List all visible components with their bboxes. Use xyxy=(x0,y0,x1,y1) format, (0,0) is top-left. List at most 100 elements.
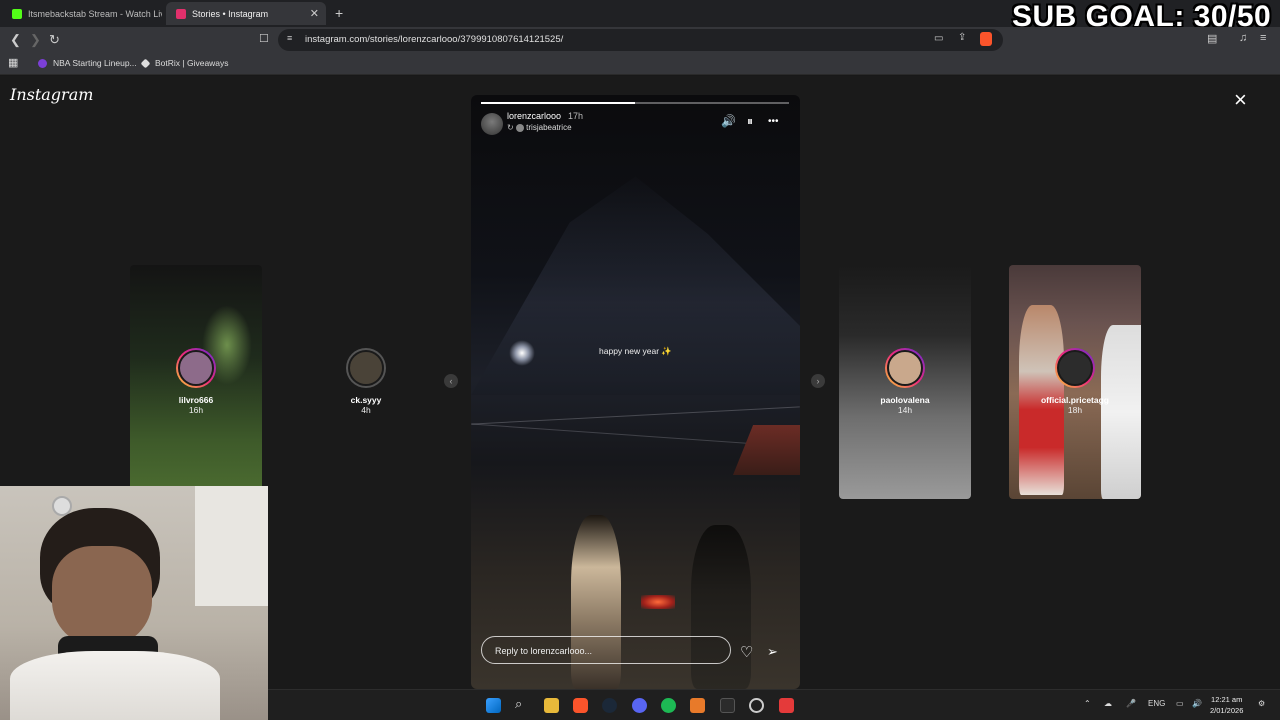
bookmark-favicon-icon xyxy=(140,58,151,68)
media-icon[interactable]: ♫ xyxy=(1239,32,1247,44)
close-tab-icon[interactable]: ✕ xyxy=(310,7,319,20)
obs-icon[interactable] xyxy=(749,698,764,713)
streamer-webcam-overlay xyxy=(0,486,268,720)
story-username: paolovalena xyxy=(880,395,930,405)
reply-placeholder: Reply to lorenzcarlooo... xyxy=(495,646,593,656)
url-text[interactable]: instagram.com/stories/lorenzcarlooo/3799… xyxy=(305,34,563,45)
streamer-face xyxy=(52,546,152,646)
side-story-ck-syyy[interactable]: ck.syyy 4h xyxy=(300,265,432,499)
side-story-official-pricetagg[interactable]: official.pricetagg 18h xyxy=(1009,265,1141,499)
windows-start-icon[interactable] xyxy=(486,698,501,713)
window-blind xyxy=(195,486,268,606)
search-icon[interactable]: ⌕ xyxy=(515,696,530,711)
clock-time: 12:21 am xyxy=(1211,695,1243,704)
repost-attribution[interactable]: ↻ trisjabeatrice xyxy=(507,123,572,132)
notifications-icon[interactable]: ⚙ xyxy=(1258,699,1265,708)
show-hidden-icons-icon[interactable]: ⌃ xyxy=(1084,699,1091,708)
story-age: 14h xyxy=(897,405,913,415)
firework-fire xyxy=(641,595,675,609)
story-age: 18h xyxy=(1067,405,1083,415)
steam-icon[interactable] xyxy=(602,698,617,713)
send-icon[interactable]: ➢ xyxy=(767,644,778,660)
story-caption: happy new year ✨ xyxy=(599,346,672,356)
story-username: lilvro666 xyxy=(178,395,214,405)
avatar-ring xyxy=(885,348,925,388)
repost-username: trisjabeatrice xyxy=(526,123,572,132)
avatar-ring xyxy=(176,348,216,388)
reload-icon[interactable]: ↻ xyxy=(49,32,60,48)
windows-taskbar: ⌕ ⌃ ☁ 🎤 ENG ▭ 🔊 12:21 am 2/01/2026 ⚙ xyxy=(268,689,1280,720)
next-story-arrow-icon[interactable]: › xyxy=(811,374,825,388)
tab-instagram-stories[interactable]: Stories • Instagram ✕ xyxy=(166,2,326,25)
red-roof xyxy=(733,425,800,475)
close-icon[interactable]: × xyxy=(1234,89,1247,111)
brave-shield-icon[interactable] xyxy=(980,32,992,46)
instagram-favicon-icon xyxy=(176,8,186,19)
network-icon[interactable]: ▭ xyxy=(1176,699,1184,708)
pause-icon[interactable]: ⏸ xyxy=(747,114,753,129)
back-icon[interactable]: ❮ xyxy=(10,32,21,48)
story-time: 17h xyxy=(568,111,584,121)
bookmarks-bar: ▦ NBA Starting Lineup... BotRix | Giveaw… xyxy=(0,53,1280,75)
forward-icon[interactable]: ❯ xyxy=(30,32,41,48)
tab-title: Itsmebackstab Stream - Watch Live o xyxy=(28,8,162,19)
more-options-icon[interactable]: ••• xyxy=(768,116,779,127)
language-indicator[interactable]: ENG xyxy=(1148,699,1165,708)
reply-input[interactable]: Reply to lorenzcarlooo... xyxy=(481,636,731,664)
avatar xyxy=(887,350,923,386)
person-silhouette xyxy=(691,525,751,689)
terminal-icon[interactable] xyxy=(720,698,735,713)
spotify-icon[interactable] xyxy=(661,698,676,713)
power-line xyxy=(471,406,800,425)
avatar-ring xyxy=(346,348,386,388)
bookmark-icon[interactable]: ☐ xyxy=(259,32,269,45)
story-username[interactable]: lorenzcarlooo xyxy=(507,111,561,121)
instagram-logo[interactable]: Instagram xyxy=(10,85,93,104)
address-bar[interactable]: ≡ instagram.com/stories/lorenzcarlooo/37… xyxy=(278,29,1003,51)
sidebar-icon[interactable]: ▤ xyxy=(1207,32,1217,45)
app-orange-icon[interactable] xyxy=(690,698,705,713)
story-username: ck.syyy xyxy=(350,395,382,405)
sound-icon[interactable]: 🔊 xyxy=(721,114,736,128)
previous-story-arrow-icon[interactable]: ‹ xyxy=(444,374,458,388)
browser-toolbar: ❮ ❯ ↻ ☐ ≡ instagram.com/stories/lorenzca… xyxy=(0,27,1280,53)
avatar xyxy=(178,350,214,386)
discord-icon[interactable] xyxy=(632,698,647,713)
share-icon[interactable]: ⇪ xyxy=(958,32,966,43)
heart-icon[interactable]: ♡ xyxy=(740,643,753,661)
onedrive-icon[interactable]: ☁ xyxy=(1104,699,1112,708)
repost-icon: ↻ xyxy=(507,123,514,132)
system-clock[interactable]: 12:21 am 2/01/2026 xyxy=(1210,694,1243,716)
kick-favicon-icon xyxy=(12,8,22,19)
story-progress-bar xyxy=(481,102,789,104)
bookmark-botrix[interactable]: BotRix | Giveaways xyxy=(140,58,229,68)
menu-icon[interactable]: ≡ xyxy=(1260,32,1266,44)
clock-date: 2/01/2026 xyxy=(1210,706,1244,715)
apps-grid-icon[interactable]: ▦ xyxy=(8,56,18,69)
side-story-lilvro666[interactable]: lilvro666 16h xyxy=(130,265,262,499)
streamer-shirt xyxy=(10,651,220,720)
brave-browser-icon[interactable] xyxy=(573,698,588,713)
story-progress-fill xyxy=(481,102,635,104)
avatar-ring xyxy=(1055,348,1095,388)
side-story-paolovalena[interactable]: paolovalena 14h xyxy=(839,265,971,499)
avatar[interactable] xyxy=(481,113,503,135)
microphone-icon[interactable]: 🎤 xyxy=(1126,699,1136,708)
cast-icon[interactable]: ▭ xyxy=(934,33,943,44)
new-tab-button[interactable]: + xyxy=(335,5,343,21)
site-info-icon[interactable]: ≡ xyxy=(287,33,292,43)
volume-icon[interactable]: 🔊 xyxy=(1192,699,1202,708)
tab-kick-stream[interactable]: Itsmebackstab Stream - Watch Live o xyxy=(2,2,162,25)
avatar xyxy=(348,350,384,386)
file-explorer-icon[interactable] xyxy=(544,698,559,713)
bookmark-favicon-icon xyxy=(38,58,47,68)
story-age: 4h xyxy=(361,405,371,415)
story-username: official.pricetagg xyxy=(1040,395,1109,405)
bookmark-nba-lineup[interactable]: NBA Starting Lineup... xyxy=(38,58,137,68)
avatar xyxy=(1057,350,1093,386)
story-age: 16h xyxy=(188,405,204,415)
tab-title: Stories • Instagram xyxy=(192,8,269,19)
kick-app-icon[interactable] xyxy=(779,698,794,713)
repost-avatar xyxy=(515,123,524,132)
main-story-viewer[interactable]: lorenzcarlooo 17h ↻ trisjabeatrice 🔊 ⏸ •… xyxy=(471,95,800,689)
